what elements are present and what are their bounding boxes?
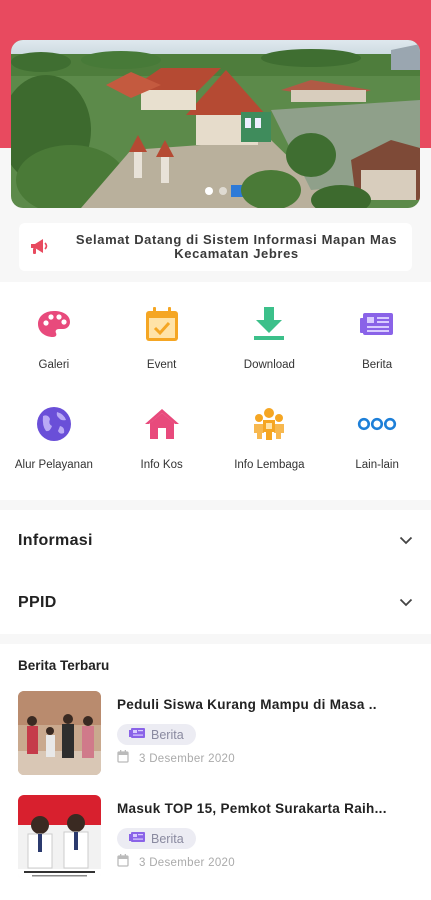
carousel-dot-1[interactable] <box>204 187 213 195</box>
welcome-text: Selamat Datang di Sistem Informasi Mapan… <box>75 232 398 261</box>
date-text: 3 Desember 2020 <box>139 857 235 869</box>
people-icon <box>249 404 289 444</box>
accordion: Informasi PPID <box>0 510 431 634</box>
news-thumbnail <box>18 691 101 775</box>
menu-item-galeri[interactable]: Galeri <box>0 304 108 404</box>
menu-label: Info Lembaga <box>234 459 305 471</box>
more-dots-icon <box>357 404 397 444</box>
date-text: 3 Desember 2020 <box>139 753 235 765</box>
welcome-banner: Selamat Datang di Sistem Informasi Mapan… <box>19 223 412 271</box>
menu-item-alur-pelayanan[interactable]: Alur Pelayanan <box>0 404 108 504</box>
category-label: Berita <box>151 727 184 742</box>
news-icon <box>357 304 397 344</box>
menu-label: Info Kos <box>140 459 183 471</box>
calendar-icon <box>117 750 129 768</box>
menu-label: Event <box>146 359 177 371</box>
hero-town-image <box>11 40 420 208</box>
menu-item-lain-lain[interactable]: Lain-lain <box>323 404 431 504</box>
news-thumbnail <box>18 795 101 879</box>
hero-banner-carousel[interactable] <box>11 40 420 208</box>
globe-icon <box>34 404 74 444</box>
news-item[interactable]: Masuk TOP 15, Pemkot Surakarta Raih... B… <box>18 795 418 879</box>
category-badge: Berita <box>117 828 196 849</box>
accordion-title: PPID <box>18 594 57 611</box>
chevron-down-icon <box>399 594 413 612</box>
menu-label: Berita <box>362 359 393 371</box>
news-date: 3 Desember 2020 <box>117 750 235 768</box>
chevron-down-icon <box>399 532 413 550</box>
carousel-dot-2[interactable] <box>218 187 227 195</box>
menu-label: Lain-lain <box>355 459 399 471</box>
calendar-check-icon <box>142 304 182 344</box>
menu-item-info-lembaga[interactable]: Info Lembaga <box>216 404 324 504</box>
menu-item-download[interactable]: Download <box>216 304 324 404</box>
news-title: Peduli Siswa Kurang Mampu di Masa .. <box>117 697 377 712</box>
menu-grid: Galeri Event Download Berita Alur Pelaya… <box>0 304 431 504</box>
news-icon <box>129 726 145 744</box>
calendar-icon <box>117 854 129 872</box>
menu-label: Download <box>243 359 295 371</box>
palette-icon <box>34 304 74 344</box>
category-label: Berita <box>151 831 184 846</box>
accordion-informasi[interactable]: Informasi <box>0 510 431 572</box>
news-heading: Berita Terbaru <box>18 658 110 673</box>
menu-item-info-kos[interactable]: Info Kos <box>108 404 216 504</box>
menu-item-berita[interactable]: Berita <box>323 304 431 404</box>
menu-label: Alur Pelayanan <box>14 459 93 471</box>
menu-label: Galeri <box>38 359 70 371</box>
news-section: Berita Terbaru Peduli Siswa Kurang Mampu… <box>0 644 431 900</box>
news-icon <box>129 830 145 848</box>
carousel-dots <box>11 187 420 195</box>
download-icon <box>249 304 289 344</box>
house-icon <box>142 404 182 444</box>
menu-card: Galeri Event Download Berita Alur Pelaya… <box>0 282 431 500</box>
news-item[interactable]: Peduli Siswa Kurang Mampu di Masa .. Ber… <box>18 691 418 775</box>
news-date: 3 Desember 2020 <box>117 854 235 872</box>
menu-item-event[interactable]: Event <box>108 304 216 404</box>
accordion-title: Informasi <box>18 532 93 549</box>
megaphone-icon <box>25 233 53 261</box>
category-badge: Berita <box>117 724 196 745</box>
news-title: Masuk TOP 15, Pemkot Surakarta Raih... <box>117 801 387 816</box>
accordion-ppid[interactable]: PPID <box>0 572 431 634</box>
